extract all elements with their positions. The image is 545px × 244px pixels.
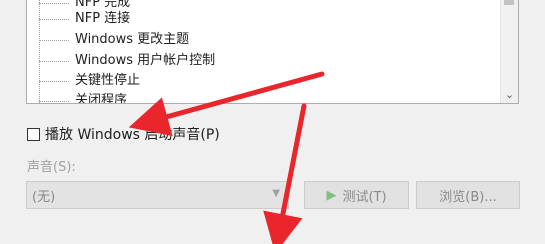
list-item[interactable]: Windows 更改主题 (39, 30, 189, 50)
list-item-label: Windows 更改主题 (75, 32, 190, 47)
vertical-scrollbar[interactable]: ⌄ (500, 0, 518, 103)
browse-button[interactable]: 浏览(B)... (416, 181, 520, 209)
list-item-label: Windows 用户帐户控制 (75, 53, 216, 68)
test-button-label: 测试(T) (342, 189, 387, 205)
list-item[interactable]: 关键性停止 (39, 71, 140, 91)
sound-field-label: 声音(S): (27, 160, 76, 175)
chevron-down-icon[interactable]: ⌄ (501, 86, 518, 103)
sound-select-value: (无) (32, 189, 56, 205)
browse-button-label: 浏览(B)... (439, 189, 497, 205)
list-item[interactable]: Windows 用户帐户控制 (39, 51, 215, 71)
list-item-label: 关闭程序 (75, 93, 128, 104)
test-button[interactable]: ▶ 测试(T) (304, 181, 409, 209)
annotation-arrow-down (263, 103, 307, 244)
startup-sound-checkbox[interactable] (27, 127, 40, 141)
sound-events-list[interactable]: NFP 完成 NFP 连接 Windows 更改主题 Windows 用户帐户控… (26, 0, 519, 104)
list-item[interactable]: 关闭程序 (39, 91, 128, 104)
startup-sound-label: 播放 Windows 启动声音(P) (45, 127, 220, 143)
scrollbar-thumb[interactable] (504, 0, 514, 5)
startup-sound-option[interactable]: 播放 Windows 启动声音(P) (27, 124, 220, 144)
play-icon: ▶ (326, 187, 337, 203)
list-item[interactable]: NFP 连接 (39, 9, 130, 29)
sound-select[interactable]: (无) ▼ (26, 181, 289, 209)
list-item-label: NFP 连接 (75, 11, 131, 26)
chevron-down-icon: ▼ (272, 188, 280, 199)
list-item-label: 关键性停止 (75, 73, 141, 88)
